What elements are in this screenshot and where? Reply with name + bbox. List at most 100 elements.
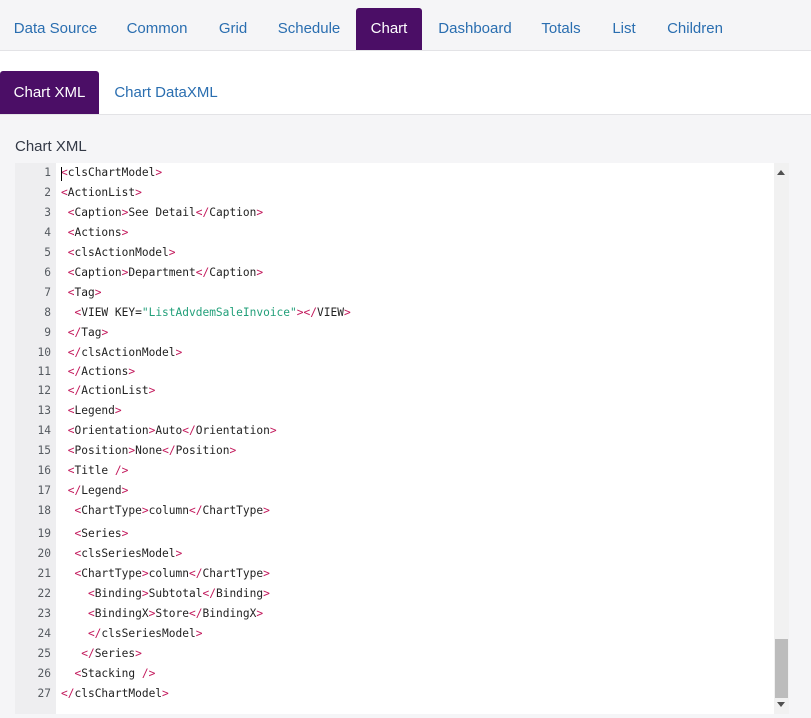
xml-bracket: </ <box>61 326 82 339</box>
tab-children[interactable]: Children <box>654 8 736 50</box>
xml-token: See Detail <box>128 206 196 219</box>
line-number: 16 <box>37 464 51 477</box>
xml-token: Binding <box>215 587 264 600</box>
code-text: </clsChartModel> <box>61 684 169 704</box>
xml-code-editor[interactable]: 1 <clsChartModel> 2 <ActionList> 3 <Caption>… <box>15 163 789 714</box>
line-number: 23 <box>37 607 51 620</box>
code-text: <Position>None</Position> <box>61 441 236 461</box>
xml-bracket: < <box>61 404 75 417</box>
section-label: Chart XML <box>15 138 87 155</box>
xml-bracket: > <box>121 484 129 497</box>
code-text: </Series> <box>61 644 142 664</box>
xml-token: VIEW KEY= <box>81 306 142 319</box>
xml-bracket: > <box>263 587 270 600</box>
code-line: 10 </clsActionModel> <box>15 343 789 363</box>
code-text: <VIEW KEY="ListAdvdemSaleInvoice"></VIEW… <box>61 303 350 323</box>
xml-bracket: ></ <box>296 306 317 319</box>
scroll-thumb[interactable] <box>775 639 788 698</box>
code-text: <BindingX>Store</BindingX> <box>61 604 263 624</box>
xml-token: clsActionModel <box>81 346 176 359</box>
xml-token: Series <box>81 527 122 540</box>
xml-token: Auto <box>155 424 183 437</box>
xml-bracket: </ <box>189 504 203 517</box>
line-number: 12 <box>37 384 51 397</box>
xml-token: clsChartModel <box>74 687 163 700</box>
code-line: 2 <ActionList> <box>15 183 789 203</box>
xml-bracket: < <box>61 266 75 279</box>
xml-token: clsChartModel <box>67 166 156 179</box>
xml-bracket: < <box>61 246 75 259</box>
code-line: 9 </Tag> <box>15 323 789 343</box>
xml-bracket: < <box>61 206 75 219</box>
line-number: 21 <box>37 567 51 580</box>
xml-token: column <box>148 567 190 580</box>
code-text: <Legend> <box>61 401 122 421</box>
code-line: 15 <Position>None</Position> <box>15 441 789 461</box>
code-line: 14 <Orientation>Auto</Orientation> <box>15 421 789 441</box>
tab-schedule[interactable]: Schedule <box>263 8 355 50</box>
xml-bracket: > <box>256 266 264 279</box>
code-text: <clsSeriesModel> <box>61 544 182 564</box>
code-line: 19 <Series> <box>15 524 789 544</box>
vertical-scrollbar[interactable] <box>774 163 789 714</box>
subtab-chart-dataxml[interactable]: Chart DataXML <box>99 71 233 114</box>
scroll-up-arrow-icon[interactable] <box>777 170 785 175</box>
line-number: 11 <box>37 365 51 378</box>
xml-bracket: > <box>128 365 136 378</box>
code-line: 11 </Actions> <box>15 362 789 382</box>
xml-token: Position <box>175 444 230 457</box>
xml-bracket: </ <box>182 424 196 437</box>
tab-common[interactable]: Common <box>111 8 203 50</box>
tab-chart[interactable]: Chart <box>356 8 422 50</box>
subtab-chart-xml[interactable]: Chart XML <box>0 71 99 114</box>
code-text: <Stacking /> <box>61 664 155 684</box>
code-line: 8 <VIEW KEY="ListAdvdemSaleInvoice"></VI… <box>15 303 789 323</box>
xml-token: column <box>148 504 190 517</box>
xml-bracket: /> <box>141 667 156 680</box>
xml-bracket: > <box>121 527 129 540</box>
code-text: </Actions> <box>61 362 135 382</box>
tab-dashboard[interactable]: Dashboard <box>422 8 528 50</box>
xml-bracket: < <box>61 567 82 580</box>
xml-bracket: </ <box>61 384 82 397</box>
xml-token: Caption <box>74 266 122 279</box>
xml-bracket: < <box>61 464 75 477</box>
xml-token: ChartType <box>81 567 142 580</box>
xml-token: Caption <box>209 266 257 279</box>
code-text: <Caption>See Detail</Caption> <box>61 203 263 223</box>
tab-grid[interactable]: Grid <box>203 8 263 50</box>
xml-token: Position <box>74 444 129 457</box>
tab-totals[interactable]: Totals <box>528 8 594 50</box>
attribute-value: "ListAdvdemSaleInvoice" <box>141 306 297 319</box>
scroll-down-arrow-icon[interactable] <box>777 702 785 707</box>
code-line: 22 <Binding>Subtotal</Binding> <box>15 584 789 604</box>
code-line: 25 </Series> <box>15 644 789 664</box>
tab-list[interactable]: List <box>594 8 654 50</box>
xml-bracket: > <box>195 627 203 640</box>
xml-bracket: </ <box>162 444 176 457</box>
xml-bracket: > <box>135 186 142 199</box>
line-number: 22 <box>37 587 51 600</box>
code-line: 18 <ChartType>column</ChartType> <box>15 501 789 521</box>
code-text: </Tag> <box>61 323 108 343</box>
code-text: <ActionList> <box>61 183 142 203</box>
tab-data-source[interactable]: Data Source <box>0 8 111 50</box>
line-number: 15 <box>37 444 51 457</box>
xml-token: ActionList <box>67 186 136 199</box>
xml-bracket: </ <box>189 607 203 620</box>
code-text: <ChartType>column</ChartType> <box>61 564 269 584</box>
xml-bracket: > <box>168 246 176 259</box>
xml-bracket: > <box>141 504 149 517</box>
code-text: <Title /> <box>61 461 129 481</box>
line-number: 13 <box>37 404 51 417</box>
line-number: 6 <box>44 266 51 279</box>
xml-bracket: > <box>148 384 156 397</box>
line-number: 24 <box>37 627 51 640</box>
xml-token: Store <box>155 607 190 620</box>
xml-bracket: </ <box>61 365 82 378</box>
xml-bracket: > <box>263 504 270 517</box>
xml-token: Title <box>74 464 115 477</box>
xml-bracket: > <box>114 404 122 417</box>
code-line: 21 <ChartType>column</ChartType> <box>15 564 789 584</box>
line-number: 9 <box>44 326 51 339</box>
